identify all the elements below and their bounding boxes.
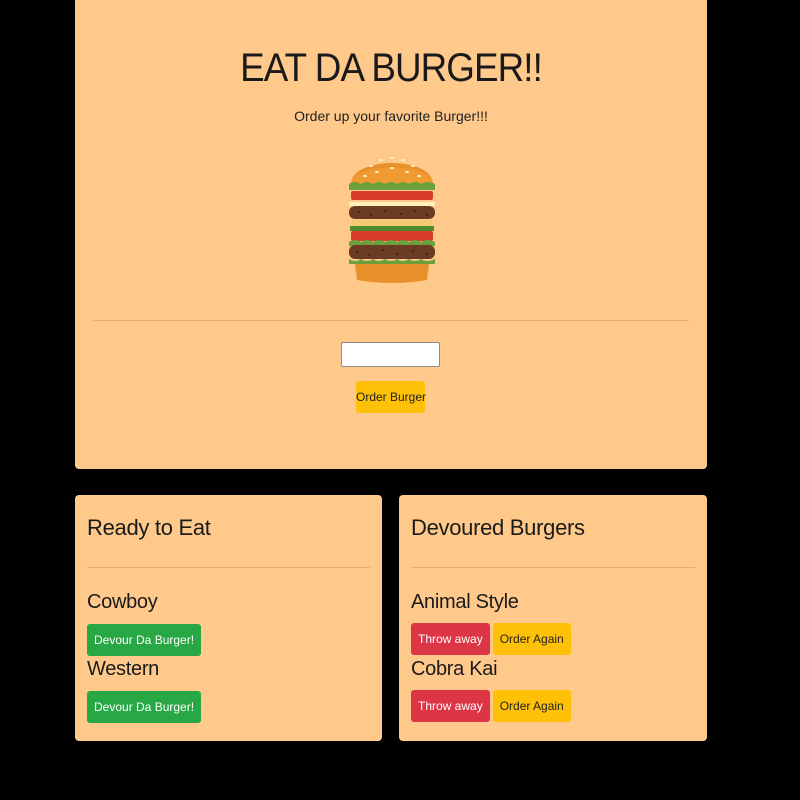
divider <box>87 567 370 568</box>
throw-away-button[interactable]: Throw away <box>411 623 490 655</box>
item-actions: Devour Da Burger! <box>87 624 202 656</box>
panel-title: Ready to Eat <box>87 515 211 540</box>
item-actions: Throw away Order Again <box>411 623 571 655</box>
item-actions: Throw away Order Again <box>411 690 571 722</box>
divider <box>411 567 695 568</box>
throw-away-button[interactable]: Throw away <box>411 690 490 722</box>
devour-button[interactable]: Devour Da Burger! <box>87 691 202 723</box>
item-actions: Devour Da Burger! <box>87 691 202 723</box>
devoured-burgers-panel: Devoured Burgers Animal Style Throw away… <box>399 495 707 741</box>
panel-title: Devoured Burgers <box>411 515 585 540</box>
burger-name: Western <box>87 658 160 680</box>
order-again-button[interactable]: Order Again <box>492 623 571 655</box>
burger-name: Cowboy <box>87 591 158 613</box>
page-subtitle: Order up your favorite Burger!!! <box>294 108 488 124</box>
page-title: EAT DA BURGER!! <box>240 46 543 90</box>
devour-button[interactable]: Devour Da Burger! <box>87 624 202 656</box>
order-card: EAT DA BURGER!! Order up your favorite B… <box>75 0 707 469</box>
burger-name: Cobra Kai <box>411 658 498 680</box>
ready-to-eat-panel: Ready to Eat Cowboy Devour Da Burger! We… <box>75 495 382 741</box>
divider <box>93 320 689 321</box>
order-again-button[interactable]: Order Again <box>492 690 571 722</box>
burger-name-input[interactable] <box>341 342 440 367</box>
burger-name: Animal Style <box>411 591 519 613</box>
order-burger-button[interactable]: Order Burger <box>356 381 426 413</box>
burger-icon <box>349 157 435 283</box>
